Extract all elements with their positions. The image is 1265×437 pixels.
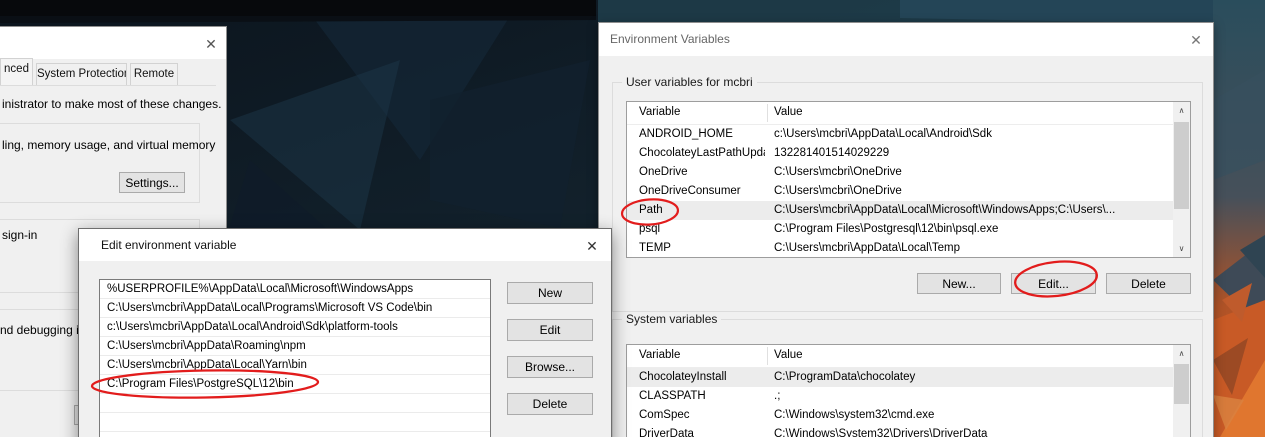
table-header[interactable]: Variable Value <box>627 345 1173 368</box>
path-entry[interactable]: C:\Users\mcbri\AppData\Local\Programs\Mi… <box>100 299 490 318</box>
performance-settings-button[interactable]: Settings... <box>119 172 185 193</box>
admin-note-text: inistrator to make most of these changes… <box>2 97 222 111</box>
user-profiles-description-text: sign-in <box>2 228 38 242</box>
table-row[interactable]: ANDROID_HOME c:\Users\mcbri\AppData\Loca… <box>627 125 1173 144</box>
table-row[interactable]: DriverData C:\Windows\System32\Drivers\D… <box>627 425 1173 437</box>
column-divider[interactable] <box>767 104 768 122</box>
scrollbar-thumb[interactable] <box>1174 364 1189 404</box>
vertical-scrollbar[interactable]: ∧ ∨ <box>1173 102 1190 257</box>
column-header-variable[interactable]: Variable <box>639 349 680 361</box>
system-variables-table[interactable]: Variable Value ChocolateyInstall C:\Prog… <box>626 344 1191 437</box>
tab-system-protection[interactable]: System Protection <box>36 63 127 85</box>
scroll-up-icon[interactable]: ∧ <box>1173 345 1190 362</box>
close-icon[interactable]: ✕ <box>583 237 601 255</box>
scroll-up-icon[interactable]: ∧ <box>1173 102 1190 119</box>
user-variables-group-label: User variables for mcbri <box>622 75 757 89</box>
browse-button[interactable]: Browse... <box>507 356 593 378</box>
path-entry[interactable]: %USERPROFILE%\AppData\Local\Microsoft\Wi… <box>100 280 490 299</box>
tab-advanced[interactable]: nced <box>0 58 33 86</box>
dialog-title: Edit environment variable <box>101 238 237 252</box>
path-entries-listbox[interactable]: %USERPROFILE%\AppData\Local\Microsoft\Wi… <box>99 279 491 437</box>
tab-remote[interactable]: Remote <box>130 63 178 85</box>
table-row[interactable]: TEMP C:\Users\mcbri\AppData\Local\Temp <box>627 239 1173 257</box>
edit-button[interactable]: Edit <box>507 319 593 341</box>
environment-variables-dialog: Environment Variables ✕ User variables f… <box>598 22 1214 437</box>
table-header[interactable]: Variable Value <box>627 102 1173 125</box>
screenshot-stage: { "icons": { "close": "\u2715", "scroll_… <box>0 0 1265 437</box>
path-entry-postgres[interactable]: C:\Program Files\PostgreSQL\12\bin <box>100 375 490 394</box>
table-row[interactable]: psql C:\Program Files\Postgresql\12\bin\… <box>627 220 1173 239</box>
path-entry[interactable]: C:\Users\mcbri\AppData\Roaming\npm <box>100 337 490 356</box>
close-icon[interactable]: ✕ <box>1187 31 1205 49</box>
edit-environment-variable-dialog: Edit environment variable ✕ %USERPROFILE… <box>78 228 612 437</box>
tab-strip-divider <box>0 85 216 86</box>
column-header-variable[interactable]: Variable <box>639 106 680 118</box>
dialog-title: Environment Variables <box>610 32 730 46</box>
column-divider[interactable] <box>767 347 768 365</box>
table-row-selected[interactable]: ChocolateyInstall C:\ProgramData\chocola… <box>627 368 1173 387</box>
column-header-value[interactable]: Value <box>774 106 803 118</box>
scroll-down-icon[interactable]: ∨ <box>1173 240 1190 257</box>
table-row[interactable]: CLASSPATH .; <box>627 387 1173 406</box>
user-edit-button[interactable]: Edit... <box>1011 273 1096 294</box>
table-row[interactable]: OneDrive C:\Users\mcbri\OneDrive <box>627 163 1173 182</box>
vertical-scrollbar[interactable]: ∧ <box>1173 345 1190 437</box>
table-row[interactable]: OneDriveConsumer C:\Users\mcbri\OneDrive <box>627 182 1173 201</box>
delete-button[interactable]: Delete <box>507 393 593 415</box>
user-delete-button[interactable]: Delete <box>1106 273 1191 294</box>
close-icon[interactable]: ✕ <box>202 35 220 53</box>
table-row[interactable]: ComSpec C:\Windows\system32\cmd.exe <box>627 406 1173 425</box>
table-row[interactable]: ChocolateyLastPathUpdate 132281401514029… <box>627 144 1173 163</box>
user-variables-table[interactable]: Variable Value ANDROID_HOME c:\Users\mcb… <box>626 101 1191 258</box>
user-new-button[interactable]: New... <box>917 273 1001 294</box>
column-header-value[interactable]: Value <box>774 349 803 361</box>
table-row-path-selected[interactable]: Path C:\Users\mcbri\AppData\Local\Micros… <box>627 201 1173 220</box>
path-entry[interactable]: C:\Users\mcbri\AppData\Local\Yarn\bin <box>100 356 490 375</box>
path-entry[interactable]: c:\Users\mcbri\AppData\Local\Android\Sdk… <box>100 318 490 337</box>
new-button[interactable]: New <box>507 282 593 304</box>
scrollbar-thumb[interactable] <box>1174 122 1189 209</box>
performance-description-text: ling, memory usage, and virtual memory <box>2 138 216 152</box>
system-properties-titlebar <box>0 27 226 59</box>
system-variables-group-label: System variables <box>622 312 722 326</box>
